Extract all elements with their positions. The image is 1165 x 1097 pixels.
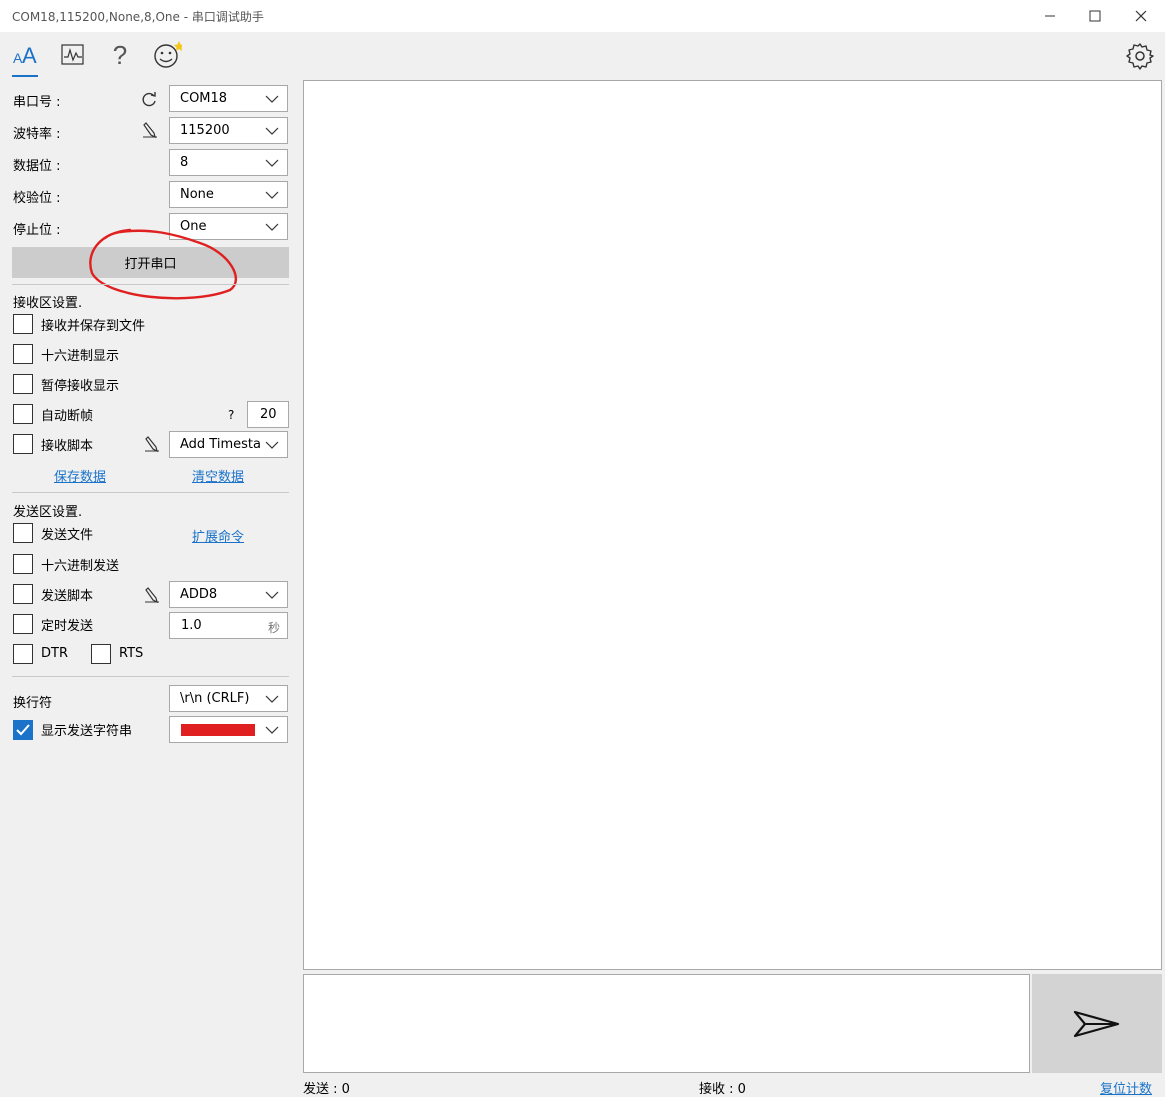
pen-edit-icon[interactable] bbox=[144, 435, 160, 457]
parity-label: 校验位 : bbox=[13, 191, 61, 206]
divider bbox=[12, 676, 289, 677]
timed-send-label: 定时发送 bbox=[41, 619, 94, 634]
minimize-icon bbox=[1045, 15, 1055, 17]
newline-select[interactable]: \r\n (CRLF) bbox=[169, 685, 288, 712]
auto-frame-value: 20 bbox=[260, 407, 277, 422]
chevron-down-icon bbox=[265, 726, 279, 734]
sent-count: 发送 : 0 bbox=[303, 1082, 350, 1097]
close-icon bbox=[1135, 10, 1147, 22]
divider bbox=[12, 284, 289, 285]
show-sent-checkbox[interactable] bbox=[13, 720, 33, 740]
send-script-value: ADD8 bbox=[180, 587, 218, 602]
rts-label: RTS bbox=[119, 646, 144, 661]
chevron-down-icon bbox=[265, 159, 279, 167]
port-select[interactable]: COM18 bbox=[169, 85, 288, 112]
baud-label: 波特率 : bbox=[13, 127, 61, 142]
send-section-title: 发送区设置. bbox=[13, 505, 83, 520]
color-swatch bbox=[181, 724, 255, 736]
waveform-icon[interactable] bbox=[58, 40, 88, 70]
font-icon[interactable]: A A bbox=[10, 40, 40, 70]
red-annotation-circle bbox=[89, 228, 237, 300]
pen-edit-icon[interactable] bbox=[144, 586, 160, 608]
clear-data-link[interactable]: 清空数据 bbox=[192, 466, 244, 485]
send-textarea[interactable] bbox=[303, 974, 1030, 1073]
receive-script-checkbox[interactable] bbox=[13, 434, 33, 454]
send-arrow-icon bbox=[1073, 1010, 1120, 1037]
send-script-checkbox[interactable] bbox=[13, 584, 33, 604]
dtr-label: DTR bbox=[41, 646, 68, 661]
color-select[interactable] bbox=[169, 716, 288, 743]
help-icon[interactable]: ? bbox=[105, 40, 135, 70]
databits-label: 数据位 : bbox=[13, 159, 61, 174]
hex-send-checkbox[interactable] bbox=[13, 554, 33, 574]
auto-frame-checkbox[interactable] bbox=[13, 404, 33, 424]
receive-section-title: 接收区设置. bbox=[13, 296, 83, 311]
chevron-down-icon bbox=[265, 191, 279, 199]
divider bbox=[12, 492, 289, 493]
save-to-file-checkbox[interactable] bbox=[13, 314, 33, 334]
port-label: 串口号 : bbox=[13, 95, 61, 110]
show-sent-label: 显示发送字符串 bbox=[41, 724, 133, 739]
timed-send-input[interactable]: 1.0 秒 bbox=[169, 612, 288, 639]
send-file-label: 发送文件 bbox=[41, 528, 94, 543]
send-script-label: 发送脚本 bbox=[41, 589, 94, 604]
send-file-checkbox[interactable] bbox=[13, 523, 33, 543]
close-button[interactable] bbox=[1118, 0, 1164, 32]
parity-select[interactable]: None bbox=[169, 181, 288, 208]
pause-display-checkbox[interactable] bbox=[13, 374, 33, 394]
auto-frame-label: 自动断帧 bbox=[41, 409, 94, 424]
dtr-checkbox[interactable] bbox=[13, 644, 33, 664]
baud-value: 115200 bbox=[180, 123, 230, 138]
pause-display-label: 暂停接收显示 bbox=[41, 379, 120, 394]
hex-send-label: 十六进制发送 bbox=[41, 559, 120, 574]
extend-command-link[interactable]: 扩展命令 bbox=[192, 526, 244, 545]
toolbar: A A ? bbox=[0, 32, 1165, 80]
tab-indicator bbox=[12, 75, 38, 77]
rts-checkbox[interactable] bbox=[91, 644, 111, 664]
maximize-button[interactable] bbox=[1072, 0, 1118, 32]
receive-script-value: Add Timesta bbox=[180, 437, 261, 452]
chevron-down-icon bbox=[265, 441, 279, 449]
port-value: COM18 bbox=[180, 91, 228, 106]
chevron-down-icon bbox=[265, 95, 279, 103]
chevron-down-icon bbox=[265, 127, 279, 135]
save-to-file-label: 接收并保存到文件 bbox=[41, 319, 146, 334]
parity-value: None bbox=[180, 187, 214, 202]
auto-frame-input[interactable]: 20 bbox=[247, 401, 289, 428]
auto-frame-help-icon[interactable]: ? bbox=[228, 408, 234, 422]
timed-send-value: 1.0 bbox=[181, 618, 202, 633]
hex-display-label: 十六进制显示 bbox=[41, 349, 120, 364]
timed-send-checkbox[interactable] bbox=[13, 614, 33, 634]
databits-select[interactable]: 8 bbox=[169, 149, 288, 176]
hex-display-checkbox[interactable] bbox=[13, 344, 33, 364]
pen-edit-icon[interactable] bbox=[142, 121, 158, 143]
chevron-down-icon bbox=[265, 591, 279, 599]
baud-select[interactable]: 115200 bbox=[169, 117, 288, 144]
chevron-down-icon bbox=[265, 695, 279, 703]
save-data-link[interactable]: 保存数据 bbox=[54, 466, 106, 485]
receive-script-select[interactable]: Add Timesta bbox=[169, 431, 288, 458]
title-bar: COM18,115200,None,8,One - 串口调试助手 bbox=[0, 0, 1165, 32]
databits-value: 8 bbox=[180, 155, 189, 170]
newline-label: 换行符 bbox=[13, 696, 53, 711]
refresh-icon[interactable] bbox=[140, 90, 158, 112]
receive-textarea[interactable] bbox=[303, 80, 1162, 970]
timed-send-unit: 秒 bbox=[267, 621, 280, 635]
receive-script-label: 接收脚本 bbox=[41, 439, 94, 454]
send-script-select[interactable]: ADD8 bbox=[169, 581, 288, 608]
chevron-down-icon bbox=[265, 223, 279, 231]
checkmark-icon bbox=[16, 724, 30, 736]
minimize-button[interactable] bbox=[1027, 0, 1073, 32]
window-title: COM18,115200,None,8,One - 串口调试助手 bbox=[12, 10, 264, 24]
svg-text:A: A bbox=[22, 43, 37, 67]
received-count: 接收 : 0 bbox=[699, 1082, 746, 1097]
send-button[interactable] bbox=[1032, 974, 1162, 1073]
maximize-icon bbox=[1089, 10, 1101, 22]
newline-value: \r\n (CRLF) bbox=[180, 691, 250, 706]
stopbits-label: 停止位 : bbox=[13, 223, 61, 238]
smiley-icon[interactable] bbox=[152, 40, 182, 70]
reset-count-link[interactable]: 复位计数 bbox=[1100, 1078, 1152, 1097]
settings-gear-icon[interactable] bbox=[1125, 41, 1155, 71]
